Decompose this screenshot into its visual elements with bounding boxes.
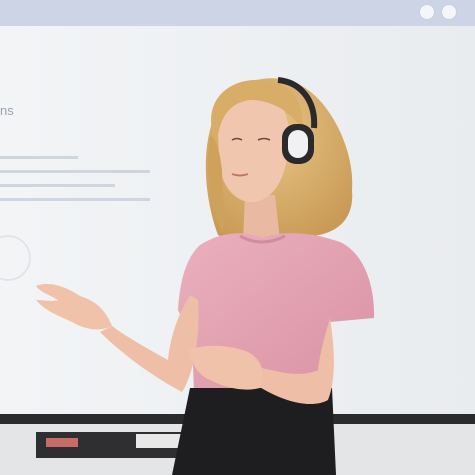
- classroom-scene: [0, 0, 475, 475]
- text-line: [0, 170, 150, 173]
- text-line: [0, 184, 115, 187]
- screen-heading-text: ns: [0, 103, 14, 118]
- display-top-bar: [0, 0, 475, 26]
- media-device: [136, 434, 181, 448]
- text-line: [0, 198, 150, 201]
- text-line: [0, 156, 78, 159]
- screen-toggle-icon: [419, 4, 435, 20]
- screen-refresh-icon: [441, 4, 457, 20]
- media-device-light: [46, 438, 78, 447]
- headphone-cup-face: [288, 130, 308, 158]
